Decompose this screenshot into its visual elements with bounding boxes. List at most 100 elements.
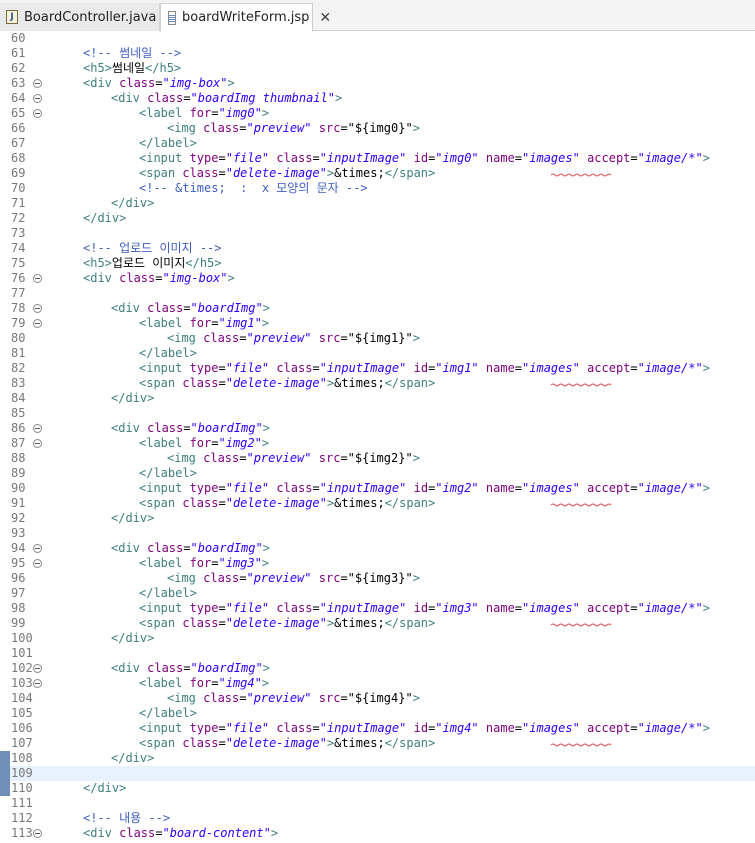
code-line[interactable]: 79 <label for="img1"> bbox=[0, 316, 755, 331]
line-number: 98 bbox=[11, 601, 26, 615]
code-line[interactable]: 109 bbox=[0, 766, 755, 781]
code-token: </label> bbox=[139, 136, 197, 150]
fold-toggle-icon[interactable] bbox=[33, 559, 42, 568]
code-line[interactable]: 82 <input type="file" class="inputImage" … bbox=[0, 361, 755, 387]
code-line[interactable]: 111 bbox=[0, 796, 755, 811]
code-line[interactable]: 64 <div class="boardImg thumbnail"> bbox=[0, 91, 755, 106]
tab-board-write-form[interactable]: boardWriteForm.jsp ✕ bbox=[160, 3, 331, 32]
code-line[interactable]: 97 </label> bbox=[0, 586, 755, 601]
fold-toggle-icon[interactable] bbox=[33, 439, 42, 448]
code-line[interactable]: 94 <div class="boardImg"> bbox=[0, 541, 755, 556]
code-line[interactable]: 96 <img class="preview" src="${img3}"> bbox=[0, 571, 755, 586]
code-line[interactable]: 78 <div class="boardImg"> bbox=[0, 301, 755, 316]
fold-toggle-icon[interactable] bbox=[33, 664, 42, 673]
code-token: "boardImg thumbnail" bbox=[190, 91, 335, 105]
code-line[interactable]: 102 <div class="boardImg"> bbox=[0, 661, 755, 676]
line-number: 106 bbox=[11, 721, 33, 735]
code-line[interactable]: 62 <h5>썸네일</h5> bbox=[0, 61, 755, 76]
code-line[interactable]: 103 <label for="img4"> bbox=[0, 676, 755, 691]
code-line[interactable]: 73 bbox=[0, 226, 755, 241]
line-number: 89 bbox=[11, 466, 26, 480]
code-text: <label for="img4"> bbox=[139, 676, 269, 691]
code-line[interactable]: 67 </label> bbox=[0, 136, 755, 151]
code-token: "img-box" bbox=[162, 76, 228, 90]
code-line[interactable]: 90 <input type="file" class="inputImage" … bbox=[0, 481, 755, 507]
fold-toggle-icon[interactable] bbox=[33, 829, 42, 838]
code-line[interactable]: 71 </div> bbox=[0, 196, 755, 211]
code-line[interactable]: 93 bbox=[0, 526, 755, 541]
code-token: "img1" bbox=[435, 361, 479, 375]
fold-toggle-icon[interactable] bbox=[33, 79, 42, 88]
code-line[interactable]: 72 </div> bbox=[0, 211, 755, 226]
code-line[interactable]: 76 <div class="img-box"> bbox=[0, 271, 755, 286]
fold-toggle-icon[interactable] bbox=[33, 424, 42, 433]
code-token: class bbox=[203, 121, 240, 135]
code-line[interactable]: 75 <h5>업로드 이미지</h5> bbox=[0, 256, 755, 271]
fold-toggle-icon[interactable] bbox=[33, 109, 42, 118]
code-token: </h5> bbox=[145, 61, 182, 75]
code-line[interactable]: 66 <img class="preview" src="${img0}"> bbox=[0, 121, 755, 136]
line-number: 104 bbox=[11, 691, 33, 705]
code-line[interactable]: 100 </div> bbox=[0, 631, 755, 646]
code-line[interactable]: 85 bbox=[0, 406, 755, 421]
code-line[interactable]: 89 </label> bbox=[0, 466, 755, 481]
code-line[interactable]: 107 <span class="delete-image">&times;</s… bbox=[0, 736, 755, 751]
code-line[interactable]: 88 <img class="preview" src="${img2}"> bbox=[0, 451, 755, 466]
fold-toggle-icon[interactable] bbox=[33, 319, 42, 328]
code-line[interactable]: 81 </label> bbox=[0, 346, 755, 361]
fold-toggle-icon[interactable] bbox=[33, 304, 42, 313]
code-line[interactable]: 98 <input type="file" class="inputImage" … bbox=[0, 601, 755, 627]
code-line[interactable]: 84 </div> bbox=[0, 391, 755, 406]
code-line[interactable]: 108 </div> bbox=[0, 751, 755, 766]
code-line[interactable]: 95 <label for="img3"> bbox=[0, 556, 755, 571]
code-line[interactable]: 74 <!-- 업로드 이미지 --> bbox=[0, 241, 755, 256]
code-token: class bbox=[203, 691, 240, 705]
code-line[interactable]: 61 <!-- 썸네일 --> bbox=[0, 46, 755, 61]
code-line[interactable]: 86 <div class="boardImg"> bbox=[0, 421, 755, 436]
code-token: = bbox=[312, 151, 320, 165]
fold-toggle-icon[interactable] bbox=[33, 94, 42, 103]
code-line[interactable]: 65 <label for="img0"> bbox=[0, 106, 755, 121]
code-token: "preview" bbox=[246, 571, 312, 585]
fold-toggle-icon[interactable] bbox=[33, 679, 42, 688]
code-token: <h5> bbox=[83, 61, 112, 75]
line-number: 83 bbox=[11, 376, 26, 390]
fold-toggle-icon[interactable] bbox=[33, 544, 42, 553]
code-line[interactable]: 80 <img class="preview" src="${img1}"> bbox=[0, 331, 755, 346]
code-line[interactable]: 77 bbox=[0, 286, 755, 301]
code-line[interactable]: 87 <label for="img2"> bbox=[0, 436, 755, 451]
close-tab-icon[interactable]: ✕ bbox=[319, 10, 331, 26]
code-token: "delete-image" bbox=[225, 376, 327, 390]
code-token: src bbox=[318, 121, 341, 135]
code-token: = bbox=[218, 481, 226, 495]
java-file-icon: J bbox=[6, 10, 18, 24]
code-line[interactable]: 70 <!-- &times; : x 모양의 문자 --> bbox=[0, 181, 755, 196]
code-token: type bbox=[189, 151, 219, 165]
code-line[interactable]: 68 <input type="file" class="inputImage" … bbox=[0, 151, 755, 177]
fold-toggle-icon[interactable] bbox=[33, 274, 42, 283]
code-token: &times; bbox=[334, 376, 385, 390]
code-line[interactable]: 60 bbox=[0, 31, 755, 46]
code-line[interactable]: 91 <span class="delete-image">&times;</sp… bbox=[0, 496, 755, 511]
code-token: </label> bbox=[139, 466, 197, 480]
code-line[interactable]: 105 </label> bbox=[0, 706, 755, 721]
code-line[interactable]: 63 <div class="img-box"> bbox=[0, 76, 755, 91]
code-line[interactable]: 112 <!-- 내용 --> bbox=[0, 811, 755, 826]
code-line[interactable]: 69 <span class="delete-image">&times;</sp… bbox=[0, 166, 755, 181]
code-line[interactable]: 101 bbox=[0, 646, 755, 661]
code-editor[interactable]: 60 61 <!-- 썸네일 --> 62 <h5>썸네일</h5> 63 <div cla… bbox=[0, 31, 755, 843]
code-token: "img4" bbox=[218, 676, 262, 690]
code-line[interactable]: 92 </div> bbox=[0, 511, 755, 526]
code-line[interactable]: 99 <span class="delete-image">&times;</sp… bbox=[0, 616, 755, 631]
code-line[interactable]: 104 <img class="preview" src="${img4}"> bbox=[0, 691, 755, 706]
line-number: 75 bbox=[11, 256, 26, 270]
code-line[interactable]: 113 <div class="board-content"> bbox=[0, 826, 755, 841]
code-token: for bbox=[189, 556, 212, 570]
code-line[interactable]: 83 <span class="delete-image">&times;</sp… bbox=[0, 376, 755, 391]
code-line[interactable]: 106 <input type="file" class="inputImage"… bbox=[0, 721, 755, 747]
code-line[interactable]: 110 </div> bbox=[0, 781, 755, 796]
code-token: ="${img1}" bbox=[340, 331, 413, 345]
line-number: 79 bbox=[11, 316, 26, 330]
tab-board-controller[interactable]: J BoardController.java bbox=[0, 3, 160, 31]
